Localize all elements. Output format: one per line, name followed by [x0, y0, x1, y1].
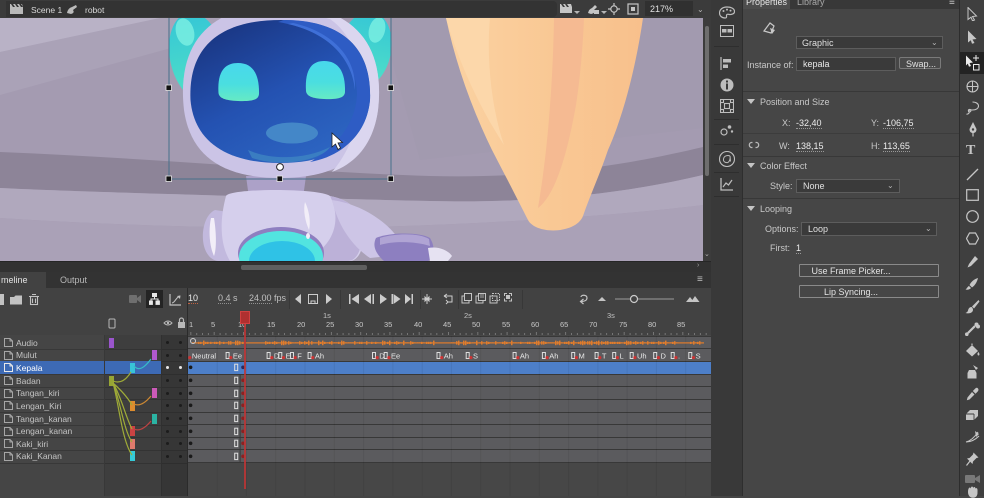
svg-text:L: L	[620, 351, 624, 360]
svg-text:Neutral: Neutral	[192, 351, 217, 360]
svg-text:S: S	[473, 351, 478, 360]
svg-text:Ee: Ee	[391, 351, 400, 360]
svg-text:.: .	[678, 351, 680, 360]
svg-text:Ah: Ah	[444, 351, 453, 360]
svg-text:Ah: Ah	[315, 351, 324, 360]
svg-text:E: E	[286, 351, 291, 360]
svg-text:M: M	[579, 351, 585, 360]
svg-text:Ah: Ah	[549, 351, 558, 360]
svg-text:Ah: Ah	[520, 351, 529, 360]
svg-text:T: T	[602, 351, 607, 360]
svg-text:Ee: Ee	[233, 351, 242, 360]
svg-text:S: S	[696, 351, 701, 360]
svg-text:Uh: Uh	[637, 351, 647, 360]
svg-text:D: D	[661, 351, 667, 360]
svg-text:F: F	[297, 351, 302, 360]
